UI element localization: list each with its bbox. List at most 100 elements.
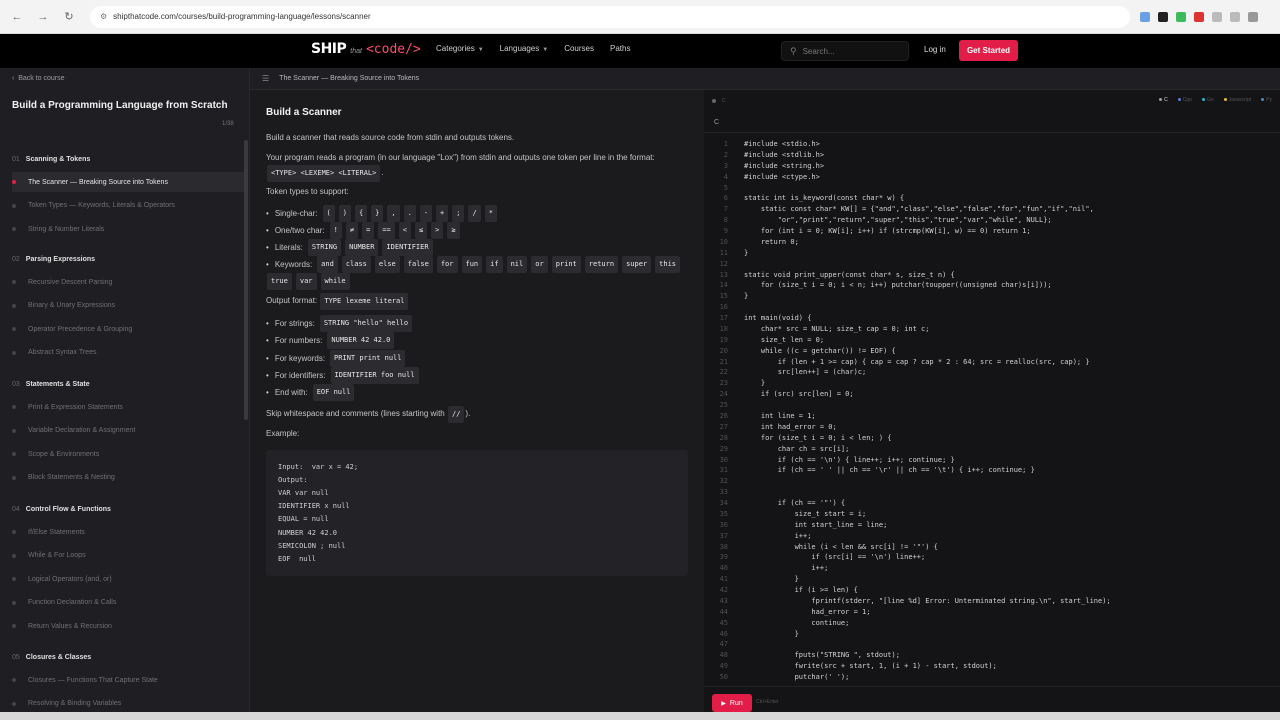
lesson-label: Print & Expression Statements bbox=[28, 403, 123, 411]
token-code: ≤ bbox=[414, 222, 428, 239]
reload-icon[interactable]: ↻ bbox=[60, 8, 78, 26]
section-title[interactable]: 04 Control Flow & Functions bbox=[12, 506, 111, 513]
extension-icon[interactable] bbox=[1230, 11, 1240, 22]
language-tab[interactable]: Go bbox=[1201, 97, 1214, 103]
profile-icon[interactable] bbox=[1248, 11, 1258, 22]
sidebar-lesson-item[interactable]: Function Declaration & Calls bbox=[12, 593, 244, 613]
output-example-bullet: • For numbers: NUMBER 42 42.0 bbox=[266, 332, 696, 350]
output-format-line: Output format: TYPE lexeme literal bbox=[266, 293, 694, 310]
language-tab[interactable]: C bbox=[1159, 97, 1168, 103]
lesson-status-dot-icon bbox=[12, 280, 16, 284]
section-title[interactable]: 01 Scanning & Tokens bbox=[12, 156, 90, 163]
sidebar-lesson-item[interactable]: Return Values & Recursion bbox=[12, 616, 244, 636]
section-label: Scanning & Tokens bbox=[25, 156, 91, 163]
sidebar-lesson-item[interactable]: Print & Expression Statements bbox=[12, 397, 244, 417]
code-textarea[interactable]: 1 #include <stdio.h> 2 #include <stdlib.h> 3… bbox=[704, 138, 1280, 686]
sidebar-lesson-item[interactable]: String & Number Literals bbox=[12, 219, 244, 239]
example-line: SEMICOLON ; null bbox=[278, 541, 346, 550]
bullet-label: For strings: bbox=[274, 319, 315, 328]
menu-icon[interactable]: ☰ bbox=[262, 74, 269, 83]
section-number: 04 bbox=[12, 506, 20, 513]
code-text: int start_line = line; bbox=[744, 520, 888, 529]
search-input[interactable]: ⚲ Search... bbox=[781, 41, 909, 61]
section-title[interactable]: 03 Statements & State bbox=[12, 381, 90, 388]
section-number: 05 bbox=[12, 654, 20, 661]
sidebar-lesson-item[interactable]: The Scanner — Breaking Source into Token… bbox=[12, 172, 244, 192]
line-number: 23 bbox=[719, 379, 728, 388]
forward-arrow-icon[interactable]: → bbox=[34, 8, 52, 26]
section-title[interactable]: 02 Parsing Expressions bbox=[12, 256, 95, 263]
sidebar-lesson-item[interactable]: Operator Precedence & Grouping bbox=[12, 319, 244, 339]
sidebar-lesson-item[interactable]: Token Types — Keywords, Literals & Opera… bbox=[12, 196, 244, 216]
site-info-icon[interactable]: ⚙ bbox=[100, 12, 107, 21]
lesson-status-dot-icon bbox=[12, 475, 16, 480]
token-type-bullet: • Single-char: (){},. - +; / * bbox=[266, 205, 696, 222]
nav-categories-label: Categories bbox=[436, 44, 475, 53]
token-code: { bbox=[354, 205, 368, 222]
output-format-label: Output format: bbox=[266, 296, 318, 305]
nav-paths[interactable]: Paths bbox=[610, 44, 630, 53]
language-tab[interactable]: Cpp bbox=[1177, 97, 1192, 103]
extension-icon[interactable] bbox=[1176, 11, 1186, 22]
output-example-code: EOF null bbox=[312, 384, 355, 402]
token-code: - bbox=[419, 205, 433, 222]
language-tab-label: Py bbox=[1266, 97, 1272, 103]
code-line: 48 fputs("STRING ", stdout); bbox=[704, 650, 1280, 661]
sidebar-lesson-item[interactable]: Recursive Descent Parsing bbox=[12, 272, 244, 292]
back-to-course-link[interactable]: ‹ Back to course bbox=[12, 75, 65, 82]
nav-categories[interactable]: Categories ▼ bbox=[436, 44, 484, 53]
example-line: EOF null bbox=[278, 554, 316, 563]
instructions-panel: Build a Scanner Build a scanner that rea… bbox=[250, 90, 704, 720]
nav-languages[interactable]: Languages ▼ bbox=[500, 44, 549, 53]
code-line: 26 int line = 1; bbox=[704, 411, 1280, 422]
sidebar-lesson-item[interactable]: Block Statements & Nesting bbox=[12, 468, 244, 488]
site-header: SHIP that <code/> Categories ▼ Languages ▼… bbox=[0, 34, 1280, 68]
extension-icon[interactable] bbox=[1158, 11, 1168, 22]
login-link[interactable]: Log in bbox=[924, 45, 946, 54]
token-code: * bbox=[484, 205, 497, 222]
line-number: 20 bbox=[719, 346, 728, 355]
sidebar-lesson-item[interactable]: While & For Loops bbox=[12, 546, 244, 566]
code-line: 44 had_error = 1; bbox=[704, 607, 1280, 618]
sidebar-scrollbar[interactable] bbox=[244, 140, 248, 420]
sidebar-lesson-item[interactable]: Scope & Environments bbox=[12, 444, 244, 464]
current-language-small: C bbox=[722, 98, 726, 104]
logo-code-text: <code/> bbox=[365, 42, 421, 57]
sidebar-lesson-item[interactable]: Logical Operators (and, or) bbox=[12, 569, 244, 589]
lesson-status-dot-icon bbox=[12, 428, 16, 433]
code-line: 1 #include <stdio.h> bbox=[704, 139, 1280, 150]
code-text: char ch = src[i]; bbox=[744, 444, 850, 453]
output-example-code: IDENTIFIER foo null bbox=[330, 366, 419, 384]
sidebar-lesson-item[interactable]: Closures — Functions That Capture State bbox=[12, 670, 244, 690]
code-text: i++; bbox=[744, 564, 829, 573]
sidebar-lesson-item[interactable]: Abstract Syntax Trees bbox=[12, 343, 244, 363]
extension-icon[interactable] bbox=[1140, 11, 1150, 22]
lesson-label: Operator Precedence & Grouping bbox=[28, 325, 133, 333]
line-number: 29 bbox=[719, 444, 728, 453]
get-started-button[interactable]: Get Started bbox=[959, 40, 1018, 61]
token-code: STRING bbox=[307, 239, 342, 256]
run-button[interactable]: ▶ Run bbox=[712, 694, 752, 712]
site-logo[interactable]: SHIP that <code/> bbox=[311, 41, 421, 57]
search-icon: ⚲ bbox=[790, 45, 797, 56]
language-tab[interactable]: Javascript bbox=[1223, 97, 1251, 103]
code-text: for (size_t i = 0; i < n; i++) putchar(t… bbox=[744, 281, 1052, 290]
extension-icon[interactable] bbox=[1194, 11, 1204, 22]
section-title[interactable]: 05 Closures & Classes bbox=[12, 654, 91, 661]
code-text: while (i < len && src[i] != '"') { bbox=[744, 542, 938, 551]
example-code-block: Input: var x = 42; Output: VAR var null IDE… bbox=[266, 450, 688, 576]
sidebar-lesson-item[interactable]: If/Else Statements bbox=[12, 522, 244, 542]
sidebar-lesson-item[interactable]: Binary & Unary Expressions bbox=[12, 296, 244, 316]
extension-icon[interactable] bbox=[1212, 11, 1222, 22]
nav-courses[interactable]: Courses bbox=[564, 44, 594, 53]
token-type-bullet: • One/two char:! ≠ = == < ≤ > ≥ bbox=[266, 222, 696, 239]
address-bar[interactable]: ⚙ shipthatcode.com/courses/build-program… bbox=[90, 5, 1130, 28]
sidebar-lesson-item[interactable]: Variable Declaration & Assignment bbox=[12, 421, 244, 441]
language-dot-icon bbox=[1201, 98, 1205, 101]
breadcrumb: The Scanner — Breaking Source into Token… bbox=[279, 75, 420, 82]
back-arrow-icon[interactable]: ← bbox=[8, 8, 26, 26]
sidebar-lesson-item[interactable]: Resolving & Binding Variables bbox=[12, 694, 244, 714]
code-text: "or","print","return","super","this","tr… bbox=[744, 216, 1052, 225]
language-tab[interactable]: Py bbox=[1261, 97, 1272, 103]
comment-code: // bbox=[447, 406, 465, 423]
